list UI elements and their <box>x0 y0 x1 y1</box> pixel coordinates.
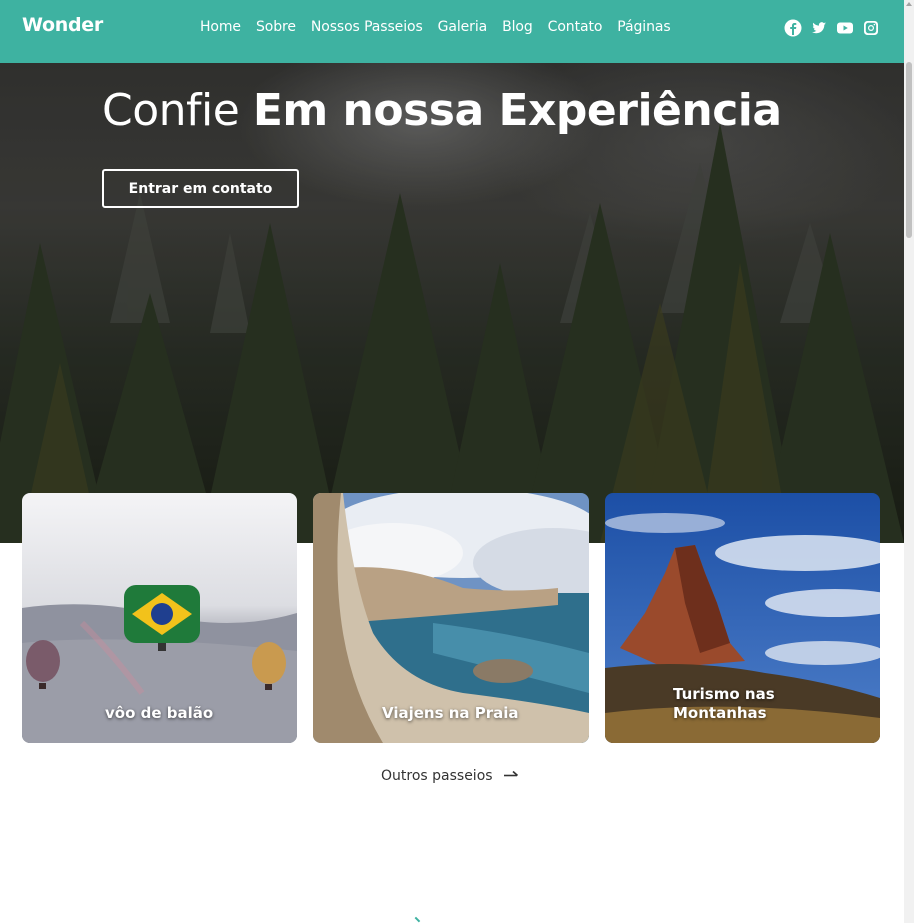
page: Wonder Home Sobre Nossos Passeios Galeri… <box>0 0 904 923</box>
card-title: Turismo nas Montanhas <box>673 685 775 723</box>
section-accent-icon <box>411 916 421 923</box>
card-title: Viajens na Praia <box>382 704 519 722</box>
card-title-line: Montanhas <box>673 704 767 722</box>
hero-title-light: Confie <box>102 85 240 136</box>
main-nav: Home Sobre Nossos Passeios Galeria Blog … <box>200 19 686 35</box>
arrow-right-icon <box>503 768 519 784</box>
other-tours-label: Outros passeios <box>381 768 493 784</box>
tour-card-beach[interactable]: Viajens na Praia <box>313 493 589 743</box>
hero-title-bold: Em nossa Experiência <box>252 85 782 136</box>
hero-title: Confie Em nossa Experiência <box>102 85 782 136</box>
tour-card-balloon[interactable]: vôo de balão <box>22 493 297 743</box>
social-links <box>784 19 880 37</box>
hero-banner: Confie Em nossa Experiência Entrar em co… <box>0 63 904 543</box>
nav-blog[interactable]: Blog <box>502 19 533 35</box>
nav-home[interactable]: Home <box>200 19 241 35</box>
navbar: Wonder Home Sobre Nossos Passeios Galeri… <box>0 0 904 63</box>
youtube-icon[interactable] <box>836 19 854 37</box>
scroll-thumb[interactable] <box>906 62 912 238</box>
other-tours-link[interactable]: Outros passeios <box>381 768 519 784</box>
nav-galeria[interactable]: Galeria <box>438 19 488 35</box>
nav-paginas[interactable]: Páginas <box>617 19 670 35</box>
twitter-icon[interactable] <box>810 19 828 37</box>
card-title: vôo de balão <box>105 704 214 722</box>
nav-sobre[interactable]: Sobre <box>256 19 296 35</box>
tour-card-mountains[interactable]: Turismo nas Montanhas <box>605 493 880 743</box>
brand-logo[interactable]: Wonder <box>22 14 103 36</box>
facebook-icon[interactable] <box>784 19 802 37</box>
instagram-icon[interactable] <box>862 19 880 37</box>
contact-button[interactable]: Entrar em contato <box>102 169 299 208</box>
nav-nossos-passeios[interactable]: Nossos Passeios <box>311 19 423 35</box>
card-title-line: Turismo nas <box>673 685 775 703</box>
scroll-up-icon[interactable] <box>906 2 912 6</box>
nav-contato[interactable]: Contato <box>548 19 603 35</box>
scrollbar[interactable] <box>904 0 914 923</box>
